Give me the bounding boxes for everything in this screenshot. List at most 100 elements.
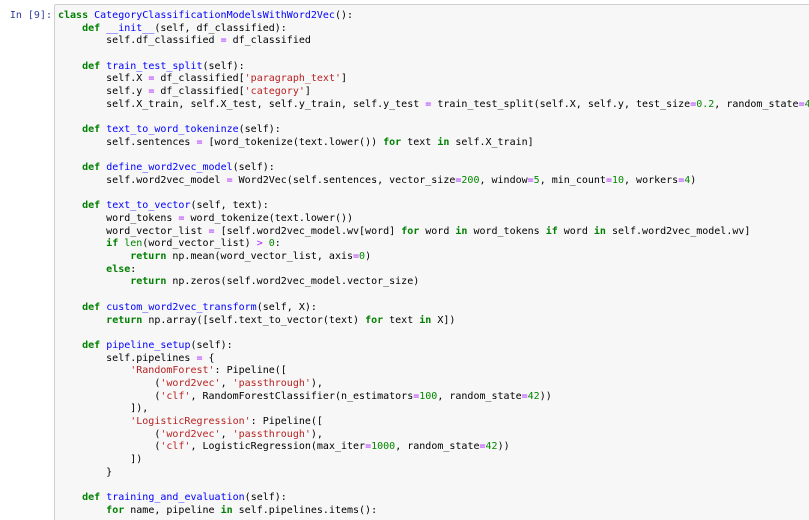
code-line: def custom_word2vec_transform(self, X): (58, 302, 809, 315)
cell-prompt: In [9]: (9, 10, 52, 21)
code-line: ('word2vec', 'passthrough'), (58, 429, 809, 442)
notebook-page: In [9]: class CategoryClassificationMode… (0, 0, 809, 520)
code-token: self.X_train] (449, 136, 534, 148)
code-line: ('clf', RandomForestClassifier(n_estimat… (58, 391, 809, 404)
code-line: return np.zeros(self.word2vec_model.vect… (58, 276, 809, 289)
code-token: word_tokens (467, 225, 546, 237)
code-token: def (82, 301, 107, 313)
code-token: word (557, 225, 594, 237)
code-token: self.word2vec_model (58, 174, 227, 186)
code-token: .df_classified (130, 35, 221, 47)
code-token: len (124, 238, 143, 250)
code-line: def training_and_evaluation(self): (58, 492, 809, 505)
code-token: in (455, 225, 468, 237)
code-line: return np.array([self.text_to_vector(tex… (58, 315, 809, 328)
code-token: ] (340, 73, 348, 85)
code-token: text_to_vector (106, 200, 191, 212)
code-token: , (220, 377, 233, 389)
code-token: (self): (238, 124, 281, 136)
code-token: word_vector_list (58, 225, 209, 237)
code-token: self.pipelines.items(): (232, 504, 378, 516)
code-token: 42 (527, 390, 540, 402)
code-token: ) (365, 251, 372, 263)
code-token: ]) (58, 454, 143, 466)
code-token: 'category' (244, 86, 305, 98)
code-line: word_vector_list = [self.word2vec_model.… (58, 226, 809, 239)
code-line: self.y = df_classified['category'] (58, 86, 809, 99)
code-token: word_tokens (58, 213, 179, 224)
code-token: 200 (461, 174, 480, 186)
code-line: ]) (58, 454, 809, 467)
code-line: } (58, 467, 809, 480)
code-line: self.X_train, self.X_test, self.y_train,… (58, 99, 809, 112)
code-token: np.mean(word_vector_list, axis (166, 251, 354, 263)
code-token: in (220, 504, 233, 516)
code-token: , random_state (395, 441, 480, 453)
code-line: def __init__(self, df_classified): (58, 23, 809, 36)
code-token: for (383, 136, 402, 148)
code-line: ('clf', LogisticRegression(max_iter=1000… (58, 441, 809, 454)
code-token: Word2Vec(self.sentences, vector_size (232, 174, 456, 186)
code-token: 'passthrough' (232, 377, 311, 389)
code-cell-input[interactable]: class CategoryClassificationModelsWithWo… (54, 4, 809, 520)
code-token: 'clf' (160, 390, 191, 402)
code-token: text_to_word_tokeninze (106, 124, 239, 136)
code-token: (self, text): (190, 200, 269, 212)
code-token: { (202, 352, 215, 364)
code-token: (self): (232, 162, 275, 174)
code-token: 100 (419, 390, 438, 402)
code-token: , (220, 428, 233, 440)
code-token: 42 (485, 441, 498, 453)
code-token: 'passthrough' (232, 428, 311, 440)
code-token: 10 (611, 174, 625, 186)
code-token: 1000 (371, 441, 396, 453)
code-token: def (82, 339, 107, 351)
code-line: word_tokens = word_tokenize(text.lower()… (58, 213, 809, 226)
code-token: self.sentences (58, 136, 197, 148)
code-line: def text_to_word_tokeninze(self): (58, 124, 809, 137)
code-token: df_classified[ (154, 73, 245, 85)
code-token: 'RandomForest' (130, 365, 215, 377)
code-token: word_tokenize(text.lower()) (184, 213, 354, 224)
code-token: self.y (58, 86, 149, 98)
code-token: ( (58, 390, 161, 402)
code-token: CategoryClassificationModelsWithWord2Vec (94, 10, 335, 21)
code-token: (self): (202, 60, 245, 72)
code-line: def pipeline_setup(self): (58, 340, 809, 353)
code-token: 'word2vec' (160, 428, 221, 440)
code-token: df_classified[ (154, 86, 245, 98)
code-line: class CategoryClassificationModelsWithWo… (58, 10, 809, 23)
code-token: text (401, 136, 438, 148)
code-token: 'paragraph_text' (244, 73, 341, 85)
code-line: ]), (58, 403, 809, 416)
code-token: np.zeros(self.word2vec_model.vector_size… (166, 276, 420, 288)
code-line: else: (58, 264, 809, 277)
code-token: for (365, 314, 384, 326)
code-token: pipeline_setup (106, 339, 191, 351)
code-token: X]) (431, 314, 456, 326)
code-line: 'LogisticRegression': Pipeline([ (58, 416, 809, 429)
code-line: ('word2vec', 'passthrough'), (58, 378, 809, 391)
code-token: train_test_split (106, 60, 203, 72)
code-token: self.X_train, self.X_test, self.y_train,… (58, 98, 426, 110)
code-line: return np.mean(word_vector_list, axis=0) (58, 251, 809, 264)
code-token: self.X (58, 73, 149, 85)
code-editor[interactable]: class CategoryClassificationModelsWithWo… (58, 10, 809, 518)
code-line: def define_word2vec_model(self): (58, 162, 809, 175)
code-line: self.X = df_classified['paragraph_text'] (58, 73, 809, 86)
code-token: 42 (805, 99, 809, 110)
